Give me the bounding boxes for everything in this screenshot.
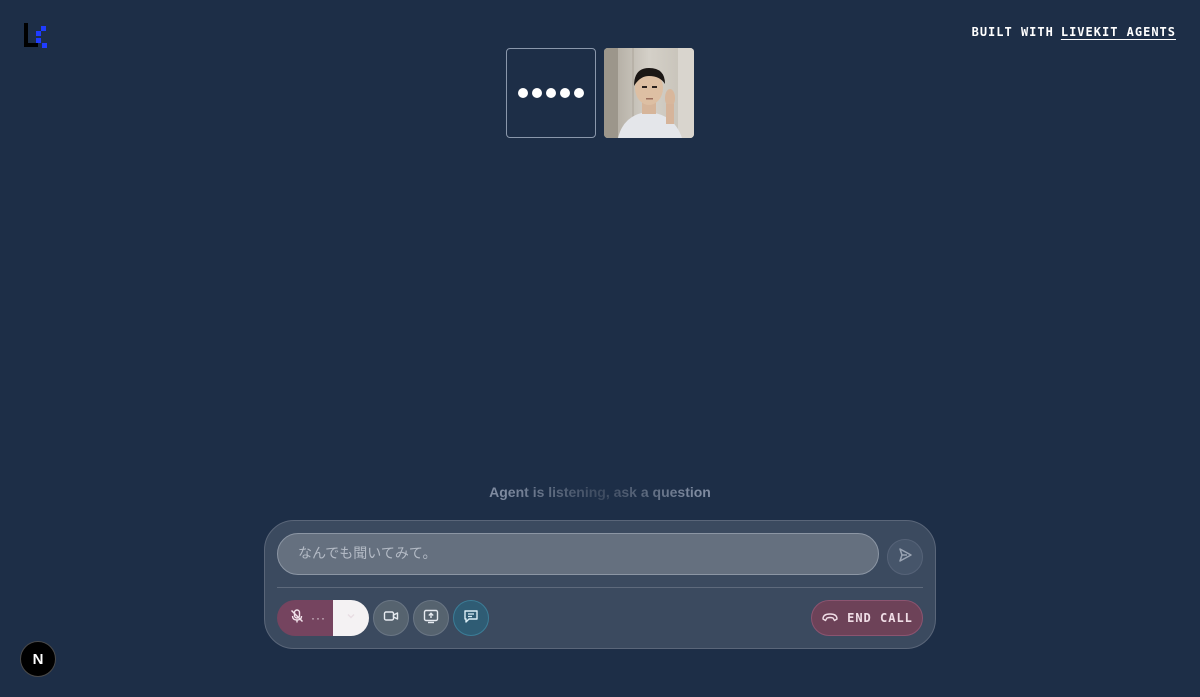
video-camera-icon [383,608,399,629]
mic-off-icon [289,608,305,629]
chat-icon [463,608,479,629]
livekit-logo[interactable] [24,23,50,49]
badge-letter: N [32,650,44,668]
next-dev-indicator[interactable]: N [20,641,56,677]
end-call-label: END CALL [847,611,913,625]
audio-bar-dot [560,88,570,98]
agent-tile [506,48,596,138]
microphone-control: ··· [277,600,369,636]
audio-bar-dot [532,88,542,98]
microphone-device-select[interactable] [333,600,369,636]
audio-bar-dot [518,88,528,98]
chevron-down-icon [345,609,357,627]
audio-bar-dot [546,88,556,98]
send-button[interactable] [887,539,923,575]
user-video-tile [604,48,694,138]
camera-toggle-button[interactable] [373,600,409,636]
screen-share-icon [423,608,439,629]
panel-divider [277,587,923,588]
screen-share-button[interactable] [413,600,449,636]
send-icon [897,547,913,568]
mic-visualizer-dots: ··· [311,611,326,625]
audio-bar-dot [574,88,584,98]
phone-hangup-icon [821,610,839,627]
chat-input[interactable] [277,533,879,575]
built-with-banner: BUILT WITH LIVEKIT AGENTS [972,25,1176,39]
user-video-frame [604,48,694,138]
mute-microphone-button[interactable]: ··· [277,600,333,636]
end-call-button[interactable]: END CALL [811,600,923,636]
page: BUILT WITH LIVEKIT AGENTS Agent is liste… [0,0,1200,697]
livekit-agents-link[interactable]: LIVEKIT AGENTS [1061,25,1176,39]
control-panel: ··· [264,520,936,649]
chat-toggle-button[interactable] [453,600,489,636]
agent-status-text: Agent is listening, ask a question [0,484,1200,500]
built-with-text: BUILT WITH [971,25,1054,39]
